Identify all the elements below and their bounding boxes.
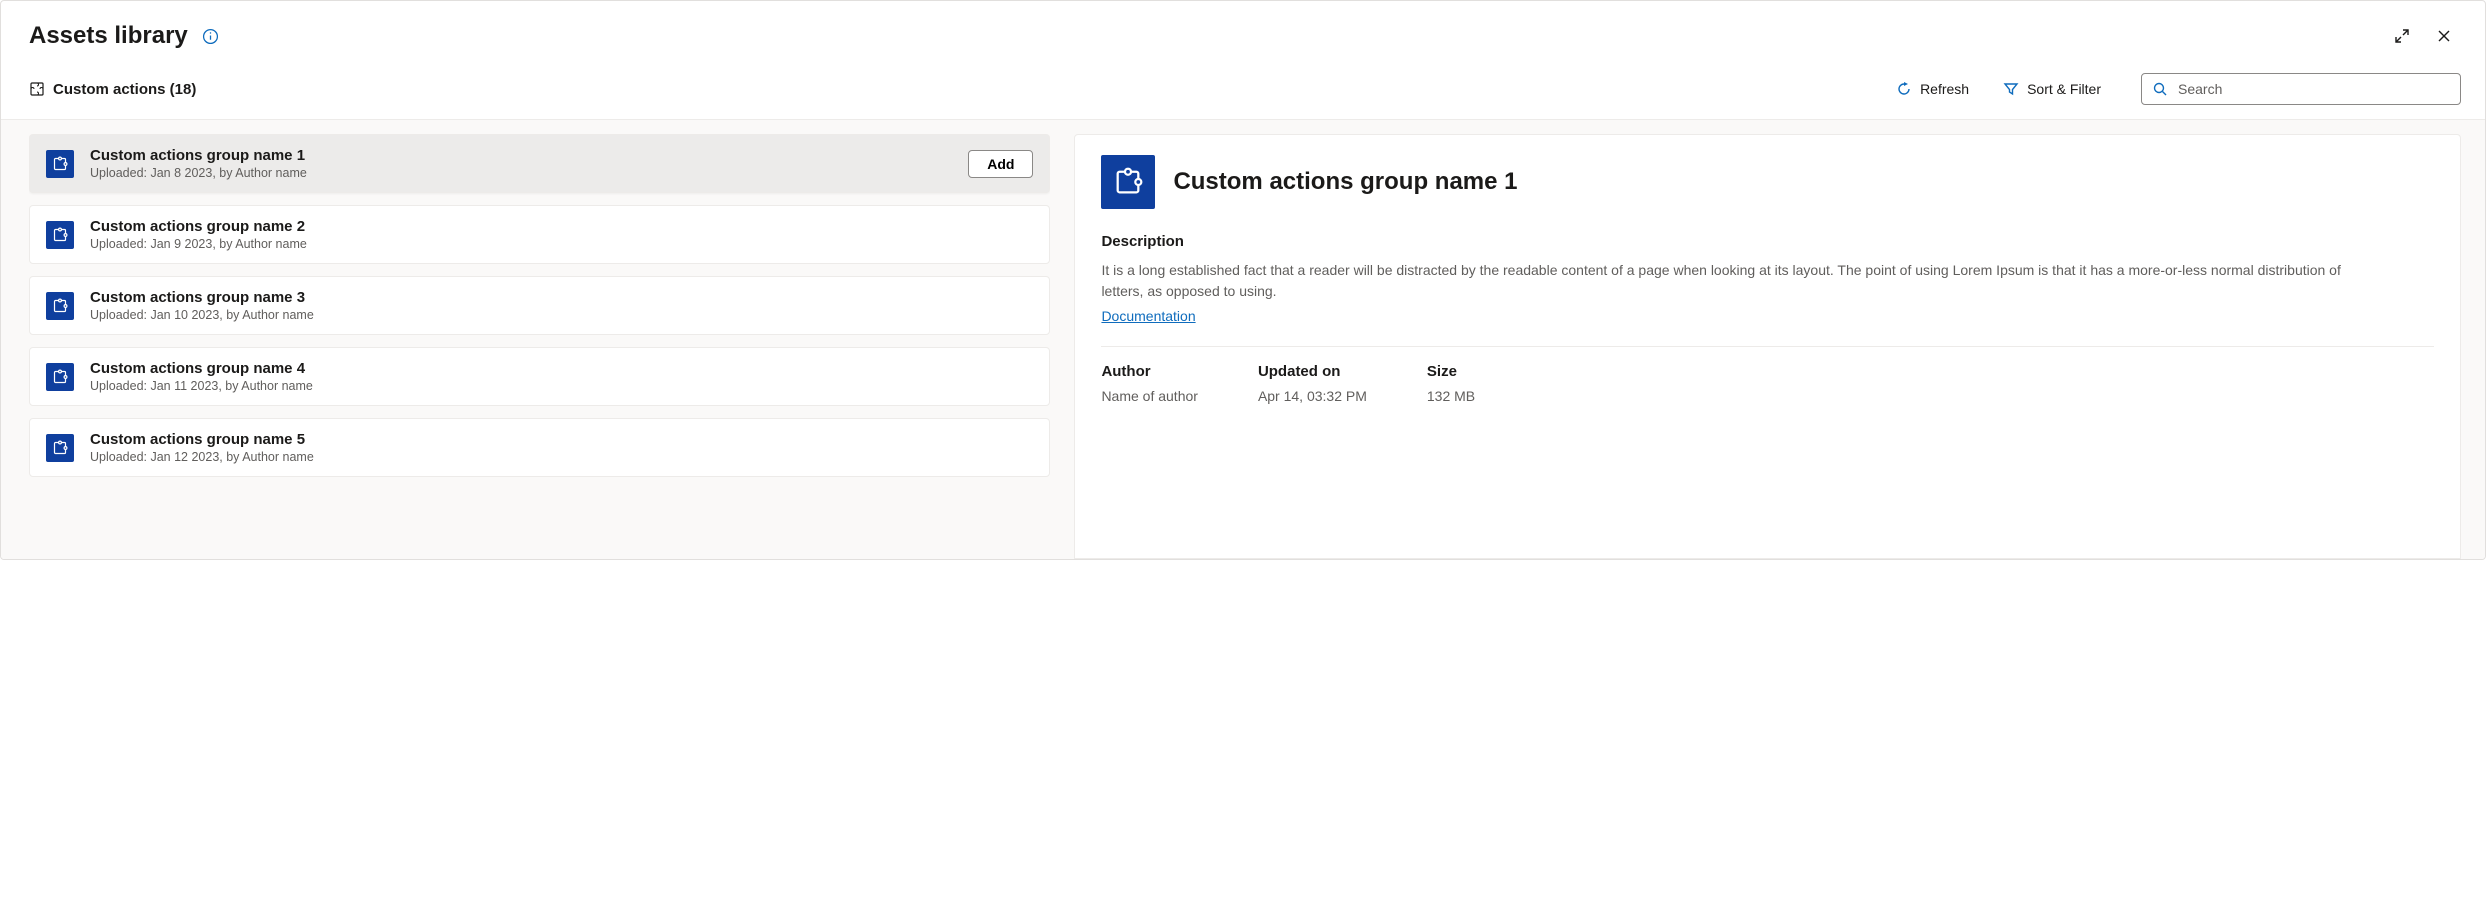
- meta-author: Author Name of author: [1101, 363, 1198, 404]
- detail-header: Custom actions group name 1: [1101, 155, 2434, 209]
- item-text: Custom actions group name 3 Uploaded: Ja…: [90, 289, 1033, 322]
- sort-filter-button[interactable]: Sort & Filter: [1991, 75, 2113, 103]
- list-item[interactable]: Custom actions group name 5 Uploaded: Ja…: [29, 418, 1050, 477]
- puzzle-icon: [46, 221, 74, 249]
- size-label: Size: [1427, 363, 1475, 380]
- item-text: Custom actions group name 1 Uploaded: Ja…: [90, 147, 952, 180]
- item-subtitle: Uploaded: Jan 9 2023, by Author name: [90, 237, 1033, 251]
- puzzle-icon: [1101, 155, 1155, 209]
- item-title: Custom actions group name 4: [90, 360, 1033, 377]
- custom-actions-list: Custom actions group name 1 Uploaded: Ja…: [29, 134, 1050, 559]
- refresh-label: Refresh: [1920, 81, 1969, 97]
- puzzle-icon: [29, 81, 45, 97]
- filter-icon: [2003, 81, 2019, 97]
- detail-pane: Custom actions group name 1 Description …: [1074, 134, 2461, 559]
- list-item[interactable]: Custom actions group name 1 Uploaded: Ja…: [29, 134, 1050, 193]
- item-title: Custom actions group name 1: [90, 147, 952, 164]
- item-subtitle: Uploaded: Jan 10 2023, by Author name: [90, 308, 1033, 322]
- panel-header: Assets library: [1, 1, 2485, 61]
- puzzle-icon: [46, 363, 74, 391]
- meta-size: Size 132 MB: [1427, 363, 1475, 404]
- item-title: Custom actions group name 5: [90, 431, 1033, 448]
- description-label: Description: [1101, 233, 2434, 250]
- puzzle-icon: [46, 292, 74, 320]
- fullscreen-icon[interactable]: [2385, 19, 2419, 53]
- item-title: Custom actions group name 2: [90, 218, 1033, 235]
- meta-grid: Author Name of author Updated on Apr 14,…: [1101, 363, 2434, 404]
- detail-title: Custom actions group name 1: [1173, 168, 1517, 196]
- item-subtitle: Uploaded: Jan 12 2023, by Author name: [90, 450, 1033, 464]
- item-subtitle: Uploaded: Jan 8 2023, by Author name: [90, 166, 952, 180]
- close-icon[interactable]: [2427, 19, 2461, 53]
- item-subtitle: Uploaded: Jan 11 2023, by Author name: [90, 379, 1033, 393]
- updated-label: Updated on: [1258, 363, 1367, 380]
- add-button[interactable]: Add: [968, 150, 1033, 178]
- size-value: 132 MB: [1427, 388, 1475, 404]
- item-text: Custom actions group name 2 Uploaded: Ja…: [90, 218, 1033, 251]
- documentation-link[interactable]: Documentation: [1101, 308, 1195, 324]
- search-input[interactable]: [2178, 81, 2450, 97]
- toolbar: Custom actions (18) Refresh Sort & Filte…: [1, 61, 2485, 119]
- search-box[interactable]: [2141, 73, 2461, 105]
- refresh-icon: [1896, 81, 1912, 97]
- category-label: Custom actions (18): [29, 81, 196, 98]
- sort-filter-label: Sort & Filter: [2027, 81, 2101, 97]
- description-text: It is a long established fact that a rea…: [1101, 260, 2367, 302]
- updated-value: Apr 14, 03:32 PM: [1258, 388, 1367, 404]
- category-text: Custom actions (18): [53, 81, 196, 98]
- author-label: Author: [1101, 363, 1198, 380]
- info-icon[interactable]: [202, 28, 219, 45]
- puzzle-icon: [46, 434, 74, 462]
- puzzle-icon: [46, 150, 74, 178]
- divider: [1101, 346, 2434, 347]
- item-text: Custom actions group name 4 Uploaded: Ja…: [90, 360, 1033, 393]
- page-title: Assets library: [29, 22, 188, 50]
- item-title: Custom actions group name 3: [90, 289, 1033, 306]
- assets-library-panel: Assets library Custom: [0, 0, 2486, 560]
- item-text: Custom actions group name 5 Uploaded: Ja…: [90, 431, 1033, 464]
- list-item[interactable]: Custom actions group name 2 Uploaded: Ja…: [29, 205, 1050, 264]
- author-value: Name of author: [1101, 388, 1198, 404]
- search-icon: [2152, 81, 2168, 97]
- content-area: Custom actions group name 1 Uploaded: Ja…: [1, 119, 2485, 559]
- list-item[interactable]: Custom actions group name 4 Uploaded: Ja…: [29, 347, 1050, 406]
- meta-updated: Updated on Apr 14, 03:32 PM: [1258, 363, 1367, 404]
- list-item[interactable]: Custom actions group name 3 Uploaded: Ja…: [29, 276, 1050, 335]
- refresh-button[interactable]: Refresh: [1884, 75, 1981, 103]
